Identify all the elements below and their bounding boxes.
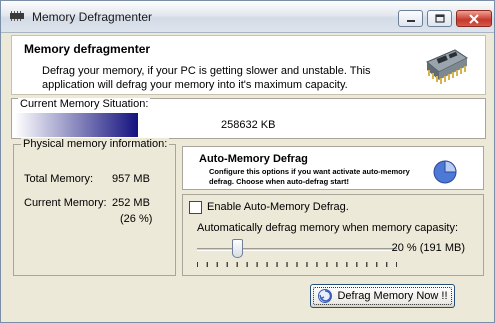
header-description-line-2: application will defrag your memory into… bbox=[42, 79, 348, 91]
auto-defrag-settings: Enable Auto-Memory Defrag. Automatically… bbox=[182, 194, 484, 276]
memory-usage-bar bbox=[15, 113, 138, 137]
memory-situation-label: Current Memory Situation: bbox=[18, 98, 151, 110]
current-memory-label: Current Memory: bbox=[24, 197, 107, 209]
header-description: Defrag your memory, if your PC is gettin… bbox=[42, 64, 402, 92]
slider-tick-marks bbox=[197, 262, 397, 267]
total-memory-value: 957 MB bbox=[112, 173, 150, 185]
memory-situation-panel: Current Memory Situation: 258632 KB bbox=[11, 98, 486, 139]
defrag-threshold-value: 20 % (191 MB) bbox=[391, 242, 465, 254]
header-panel: Memory defragmenter Defrag your memory, … bbox=[11, 35, 486, 95]
auto-defrag-title: Auto-Memory Defrag bbox=[199, 153, 308, 165]
pie-chart-icon bbox=[433, 160, 457, 184]
defrag-icon bbox=[318, 289, 333, 303]
minimize-button[interactable] bbox=[398, 10, 423, 27]
enable-auto-defrag-label[interactable]: Enable Auto-Memory Defrag. bbox=[207, 201, 349, 213]
defrag-threshold-track[interactable] bbox=[197, 248, 397, 251]
window-title: Memory Defragmenter bbox=[32, 10, 153, 24]
enable-auto-defrag-checkbox[interactable] bbox=[189, 201, 202, 214]
minimize-icon bbox=[406, 19, 415, 22]
physical-memory-label: Physical memory information: bbox=[21, 138, 170, 150]
auto-defrag-panel: Auto-Memory Defrag Configure this option… bbox=[182, 146, 484, 190]
defrag-memory-now-label: Defrag Memory Now !! bbox=[337, 290, 448, 302]
maximize-icon bbox=[434, 14, 445, 23]
defrag-memory-now-button[interactable]: Defrag Memory Now !! bbox=[310, 284, 455, 308]
memory-chip-app-icon bbox=[10, 11, 24, 21]
close-icon bbox=[469, 13, 479, 24]
defrag-threshold-slider[interactable] bbox=[232, 239, 243, 258]
total-memory-label: Total Memory: bbox=[24, 173, 94, 185]
header-title: Memory defragmenter bbox=[24, 42, 151, 56]
auto-defrag-description: Configure this options if you want activ… bbox=[209, 167, 410, 186]
current-memory-percent: (26 %) bbox=[120, 213, 153, 225]
defrag-threshold-label: Automatically defrag memory when memory … bbox=[197, 222, 459, 234]
memory-chip-icon bbox=[426, 49, 468, 84]
main-window: Memory Defragmenter Memory defragmenter … bbox=[0, 0, 495, 323]
physical-memory-panel: Physical memory information: Total Memor… bbox=[13, 138, 176, 276]
title-bar[interactable]: Memory Defragmenter bbox=[1, 1, 494, 33]
maximize-button[interactable] bbox=[427, 10, 452, 27]
close-button[interactable] bbox=[456, 10, 492, 27]
memory-situation-value: 258632 KB bbox=[221, 119, 276, 131]
current-memory-value: 252 MB bbox=[112, 197, 150, 209]
header-description-line-1: Defrag your memory, if your PC is gettin… bbox=[42, 65, 371, 77]
